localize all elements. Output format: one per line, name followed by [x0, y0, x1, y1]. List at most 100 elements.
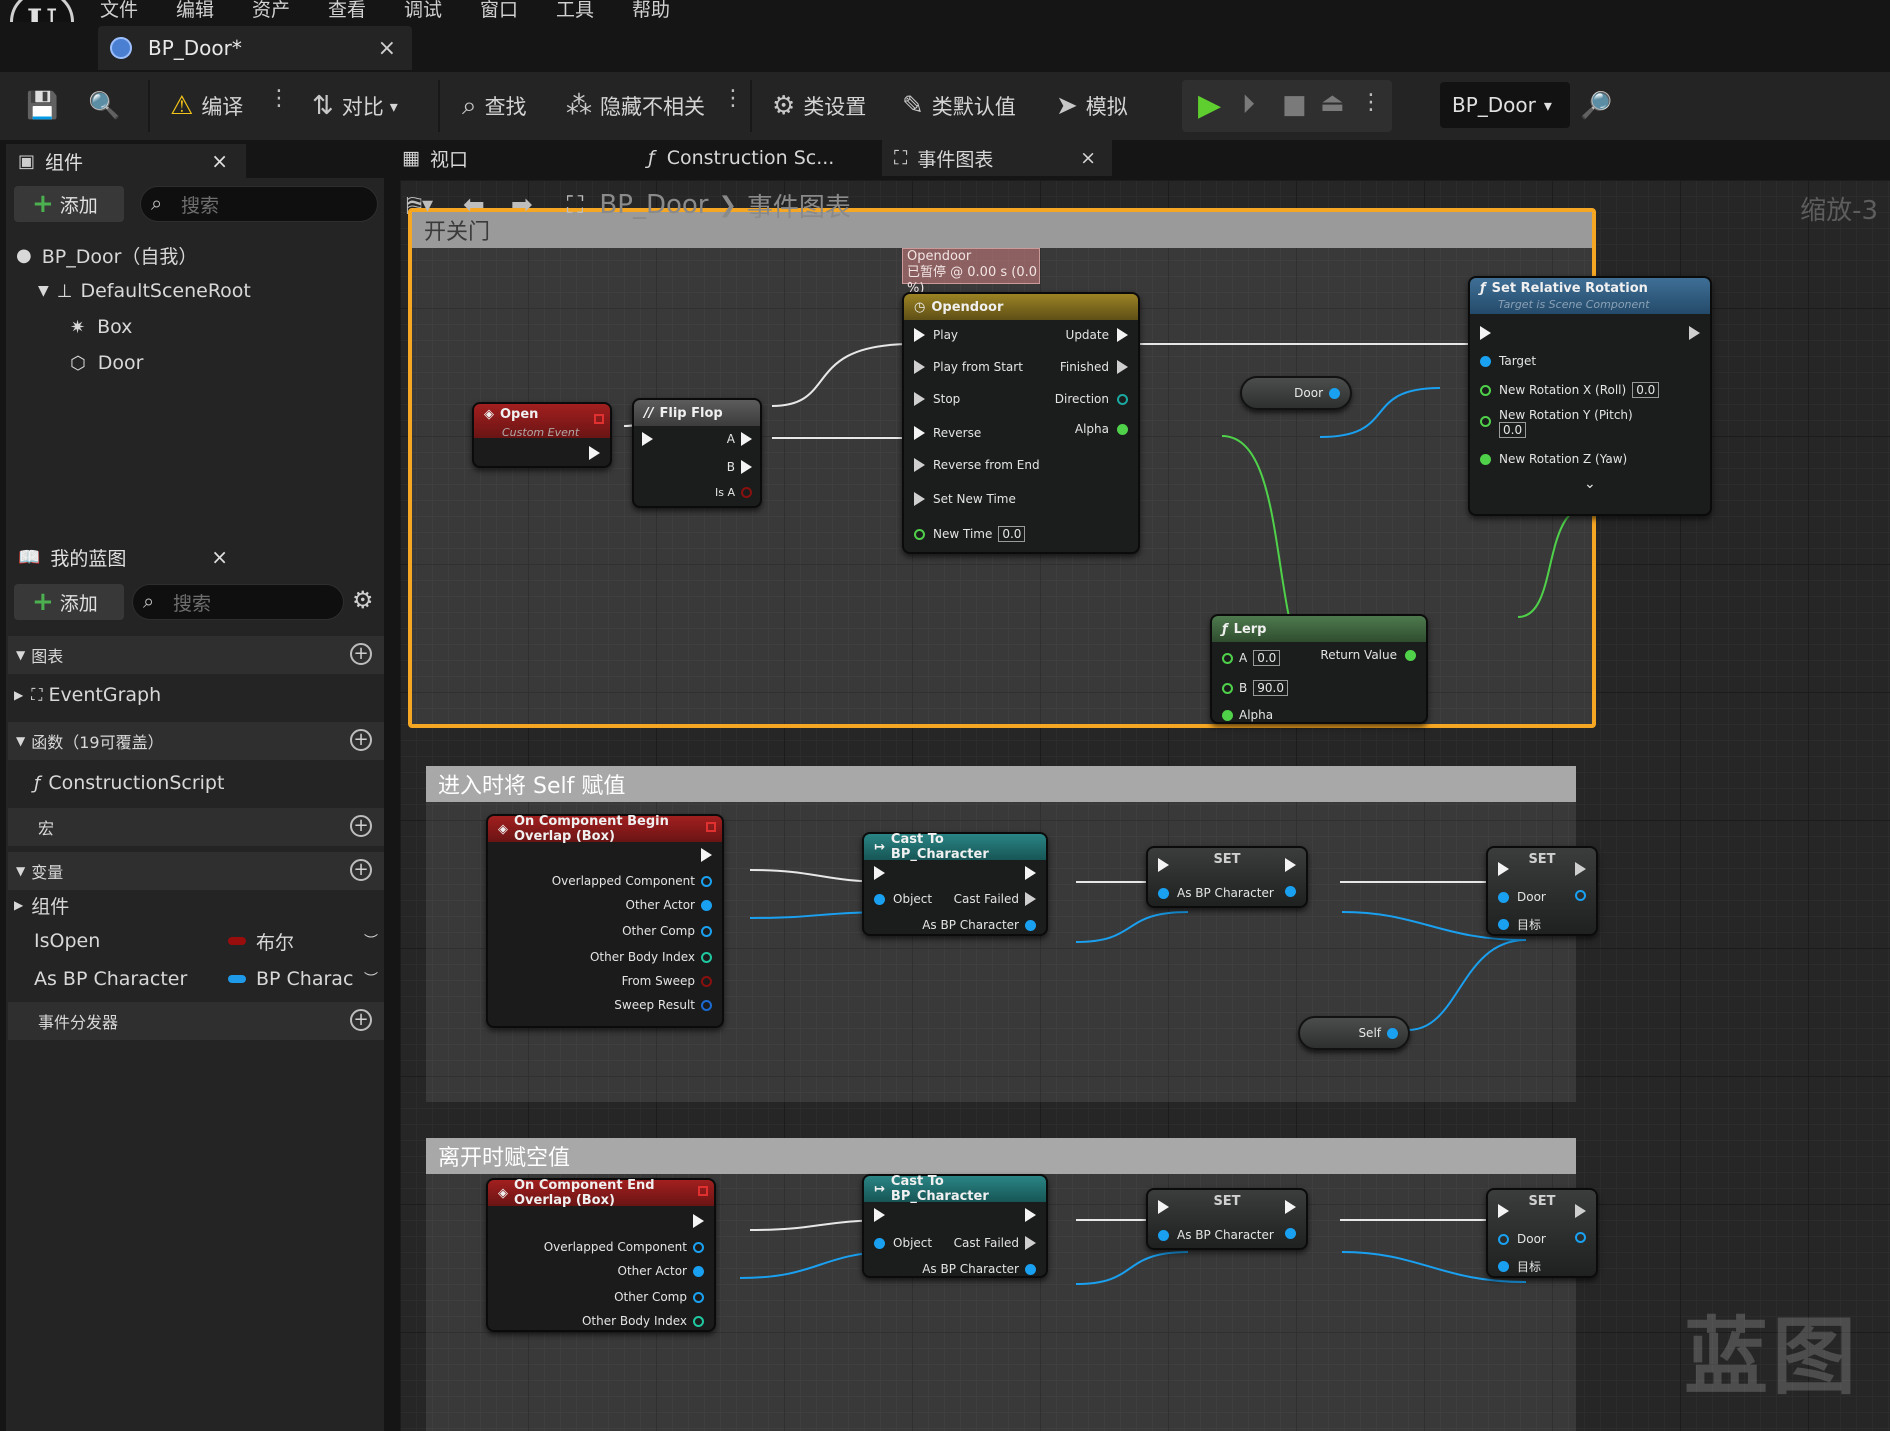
- tab-construction-script[interactable]: ƒ Construction Sc...: [640, 140, 870, 176]
- menu-window[interactable]: 窗口: [480, 0, 518, 22]
- pin-other-body-index[interactable]: Other Body Index: [590, 950, 712, 964]
- node-open-event[interactable]: ◈ Open Custom Event: [472, 402, 612, 468]
- pin-lerp-a[interactable]: A 0.0: [1222, 650, 1281, 666]
- eye-closed-icon[interactable]: ︶: [364, 969, 378, 989]
- add-member-button[interactable]: + 添加: [14, 584, 124, 620]
- section-variables[interactable]: ▼ 变量 +: [8, 852, 384, 890]
- diff-button[interactable]: ⇅ 对比 ▾: [312, 86, 398, 126]
- pin-sweep-result[interactable]: Sweep Result: [614, 998, 712, 1012]
- pin-as-bp-character[interactable]: As BP Character: [922, 1262, 1036, 1276]
- pin-target-in[interactable]: 目标: [1498, 1258, 1541, 1275]
- pin-new-time[interactable]: New Time 0.0: [914, 526, 1026, 542]
- pin-object[interactable]: Object: [874, 1236, 932, 1250]
- lerp-a-value[interactable]: 0.0: [1253, 650, 1281, 666]
- pin-alpha[interactable]: Alpha: [1075, 422, 1128, 436]
- tree-item-self[interactable]: ● BP_Door（自我）: [16, 238, 197, 272]
- menu-asset[interactable]: 资产: [252, 0, 290, 22]
- add-component-button[interactable]: + 添加: [14, 186, 124, 222]
- pin-exec-out[interactable]: [1575, 862, 1586, 876]
- section-functions[interactable]: ▼ 函数（19可覆盖） +: [8, 722, 384, 760]
- pin-other-actor[interactable]: Other Actor: [626, 898, 712, 912]
- pin-exec-in[interactable]: [1480, 326, 1491, 340]
- simulate-button[interactable]: ➤ 模拟: [1056, 86, 1128, 126]
- variable-as-bp-character[interactable]: As BP Character BP Charac ︶: [8, 962, 384, 996]
- eject-icon[interactable]: ⏏: [1320, 88, 1345, 118]
- gear-icon[interactable]: ⚙: [352, 586, 374, 614]
- node-timeline-opendoor[interactable]: ◷ Opendoor Play Play from Start Stop Rev…: [902, 292, 1140, 554]
- add-dispatcher-icon[interactable]: +: [350, 1009, 372, 1031]
- menu-view[interactable]: 查看: [328, 0, 366, 22]
- stop-icon[interactable]: ■: [1282, 90, 1307, 120]
- close-icon[interactable]: ×: [1080, 147, 1096, 169]
- rotation-x-value[interactable]: 0.0: [1632, 382, 1660, 398]
- close-icon[interactable]: ×: [211, 545, 228, 569]
- compile-button[interactable]: ⚠ 编译: [170, 86, 243, 126]
- pin-exec-in[interactable]: [874, 866, 885, 880]
- node-set-door-target-begin[interactable]: SET Door 目标: [1486, 846, 1598, 936]
- pin-return-value[interactable]: Return Value: [1320, 648, 1416, 662]
- delegate-pin[interactable]: [698, 1186, 708, 1196]
- section-event-dispatchers[interactable]: 事件分发器 +: [8, 1002, 384, 1040]
- pin-self-out[interactable]: [1387, 1027, 1398, 1039]
- back-arrow-icon[interactable]: ⬅: [463, 190, 485, 220]
- pin-b[interactable]: B: [727, 460, 752, 474]
- node-cast-begin[interactable]: ↦ Cast To BP_Character Object Cast Faile…: [862, 832, 1048, 936]
- add-macro-icon[interactable]: +: [350, 815, 372, 837]
- tab-viewport[interactable]: ▦ 视口: [394, 140, 624, 176]
- pin-exec-out[interactable]: [1025, 866, 1036, 880]
- menu-edit[interactable]: 编辑: [176, 0, 214, 22]
- pin-from-sweep[interactable]: From Sweep: [622, 974, 712, 988]
- pin-door-out[interactable]: [1575, 1232, 1586, 1243]
- class-defaults-button[interactable]: ✎ 类默认值: [902, 86, 1016, 126]
- delegate-pin[interactable]: [594, 414, 604, 424]
- pin-direction[interactable]: Direction: [1055, 392, 1128, 406]
- add-graph-icon[interactable]: +: [350, 643, 372, 665]
- pin-exec-out[interactable]: [1025, 1208, 1036, 1222]
- node-set-as-bp-character-begin[interactable]: SET As BP Character: [1146, 846, 1308, 908]
- variable-isopen[interactable]: IsOpen 布尔 ︶: [8, 924, 384, 958]
- bookmark-icon[interactable]: ⛿▾: [406, 193, 433, 218]
- tree-item-door[interactable]: ⬡ Door: [70, 346, 143, 380]
- tree-item-eventgraph[interactable]: ▶ ⛶ EventGraph: [14, 678, 161, 712]
- document-tab-bp-door[interactable]: BP_Door* ×: [98, 26, 412, 70]
- rotation-y-value[interactable]: 0.0: [1499, 422, 1527, 438]
- class-settings-button[interactable]: ⚙ 类设置: [772, 86, 866, 126]
- breadcrumb-graph[interactable]: 事件图表: [747, 187, 851, 224]
- menu-help[interactable]: 帮助: [632, 0, 670, 22]
- node-end-overlap[interactable]: ◈ On Component End Overlap (Box) Overlap…: [486, 1178, 716, 1332]
- hide-options-icon[interactable]: ⋮: [722, 86, 744, 111]
- pin-exec-in[interactable]: [1158, 858, 1169, 872]
- pin-door-out[interactable]: [1329, 387, 1340, 399]
- pin-exec-in[interactable]: [874, 1208, 885, 1222]
- add-variable-icon[interactable]: +: [350, 859, 372, 881]
- node-set-as-bp-character-end[interactable]: SET As BP Character: [1146, 1188, 1308, 1250]
- pin-cast-failed[interactable]: Cast Failed: [954, 1236, 1036, 1250]
- pin-exec-out[interactable]: [1689, 326, 1700, 340]
- my-blueprint-panel-tab[interactable]: 📖 我的蓝图 ×: [6, 540, 246, 574]
- pin-stop[interactable]: Stop: [914, 392, 960, 406]
- pin-exec-in[interactable]: [1158, 1200, 1169, 1214]
- pin-object[interactable]: Object: [874, 892, 932, 906]
- node-get-door[interactable]: Door: [1240, 376, 1352, 410]
- tab-event-graph[interactable]: ⛶ 事件图表 ×: [882, 140, 1112, 176]
- pin-exec-in[interactable]: [642, 432, 653, 446]
- pin-door-in[interactable]: Door: [1498, 890, 1546, 904]
- node-begin-overlap[interactable]: ◈ On Component Begin Overlap (Box) Overl…: [486, 814, 724, 1028]
- breadcrumb-blueprint[interactable]: BP_Door: [599, 190, 708, 220]
- pin-lerp-alpha[interactable]: Alpha: [1222, 708, 1273, 722]
- delegate-pin[interactable]: [706, 822, 716, 832]
- hide-unrelated-button[interactable]: ⁂ 隐藏不相关: [566, 86, 705, 126]
- play-options-icon[interactable]: ⋮: [1360, 90, 1382, 115]
- node-get-self[interactable]: Self: [1298, 1016, 1410, 1050]
- pin-set-new-time[interactable]: Set New Time: [914, 492, 1016, 506]
- save-icon[interactable]: 💾: [26, 86, 66, 126]
- pin-exec-in[interactable]: [1498, 862, 1509, 876]
- compile-options-icon[interactable]: ⋮: [268, 86, 290, 111]
- find-button[interactable]: ⌕ 查找: [462, 86, 527, 126]
- pin-as-bp-character-out[interactable]: [1285, 886, 1296, 897]
- pin-rotation-y[interactable]: New Rotation Y (Pitch) 0.0: [1480, 408, 1633, 438]
- pin-exec-out[interactable]: [701, 848, 712, 862]
- pin-other-body-index[interactable]: Other Body Index: [582, 1314, 704, 1328]
- pin-reverse[interactable]: Reverse: [914, 426, 981, 440]
- node-flip-flop[interactable]: // Flip Flop A B Is A: [632, 398, 762, 508]
